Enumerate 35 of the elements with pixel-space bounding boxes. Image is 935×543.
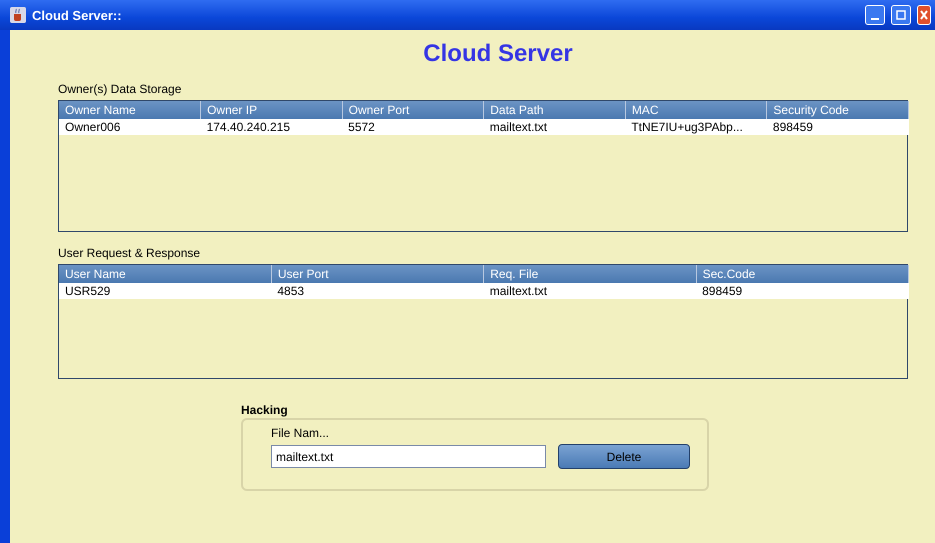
table-cell: 174.40.240.215 — [200, 119, 342, 135]
column-header[interactable]: Owner Port — [342, 101, 484, 119]
column-header[interactable]: Req. File — [484, 265, 696, 283]
table-cell: Owner006 — [59, 119, 201, 135]
table-cell: 5572 — [342, 119, 484, 135]
column-header[interactable]: Security Code — [766, 101, 908, 119]
table-cell: 4853 — [271, 283, 484, 299]
close-icon — [920, 10, 928, 20]
table-cell: mailtext.txt — [484, 283, 696, 299]
minimize-icon — [871, 18, 879, 20]
table-cell: 898459 — [766, 119, 908, 135]
column-header[interactable]: Owner IP — [200, 101, 342, 119]
column-header[interactable]: Owner Name — [59, 101, 201, 119]
column-header[interactable]: User Port — [271, 265, 484, 283]
maximize-button[interactable] — [891, 5, 911, 25]
column-header[interactable]: User Name — [59, 265, 272, 283]
file-name-field[interactable]: mailtext.txt — [271, 445, 546, 468]
window-title: Cloud Server:: — [32, 8, 123, 22]
column-header[interactable]: Data Path — [484, 101, 626, 119]
minimize-button[interactable] — [865, 5, 885, 25]
coffee-cup-icon — [10, 7, 26, 23]
section-label: User Request & Response — [58, 246, 202, 260]
table-cell: mailtext.txt — [484, 119, 626, 135]
maximize-icon — [896, 10, 906, 20]
field-label: File Nam... — [271, 426, 330, 440]
column-header[interactable]: Sec.Code — [696, 265, 908, 283]
section-label: Owner(s) Data Storage — [58, 82, 182, 96]
group-label: Hacking — [241, 403, 289, 417]
close-button[interactable] — [917, 5, 931, 25]
table-cell: 898459 — [696, 283, 908, 299]
table-cell: TtNE7IU+ug3PAbp... — [625, 119, 767, 135]
delete-button[interactable]: Delete — [558, 444, 690, 469]
table-cell: USR529 — [59, 283, 272, 299]
page-heading: Cloud Server — [422, 40, 574, 68]
column-header[interactable]: MAC — [625, 101, 767, 119]
